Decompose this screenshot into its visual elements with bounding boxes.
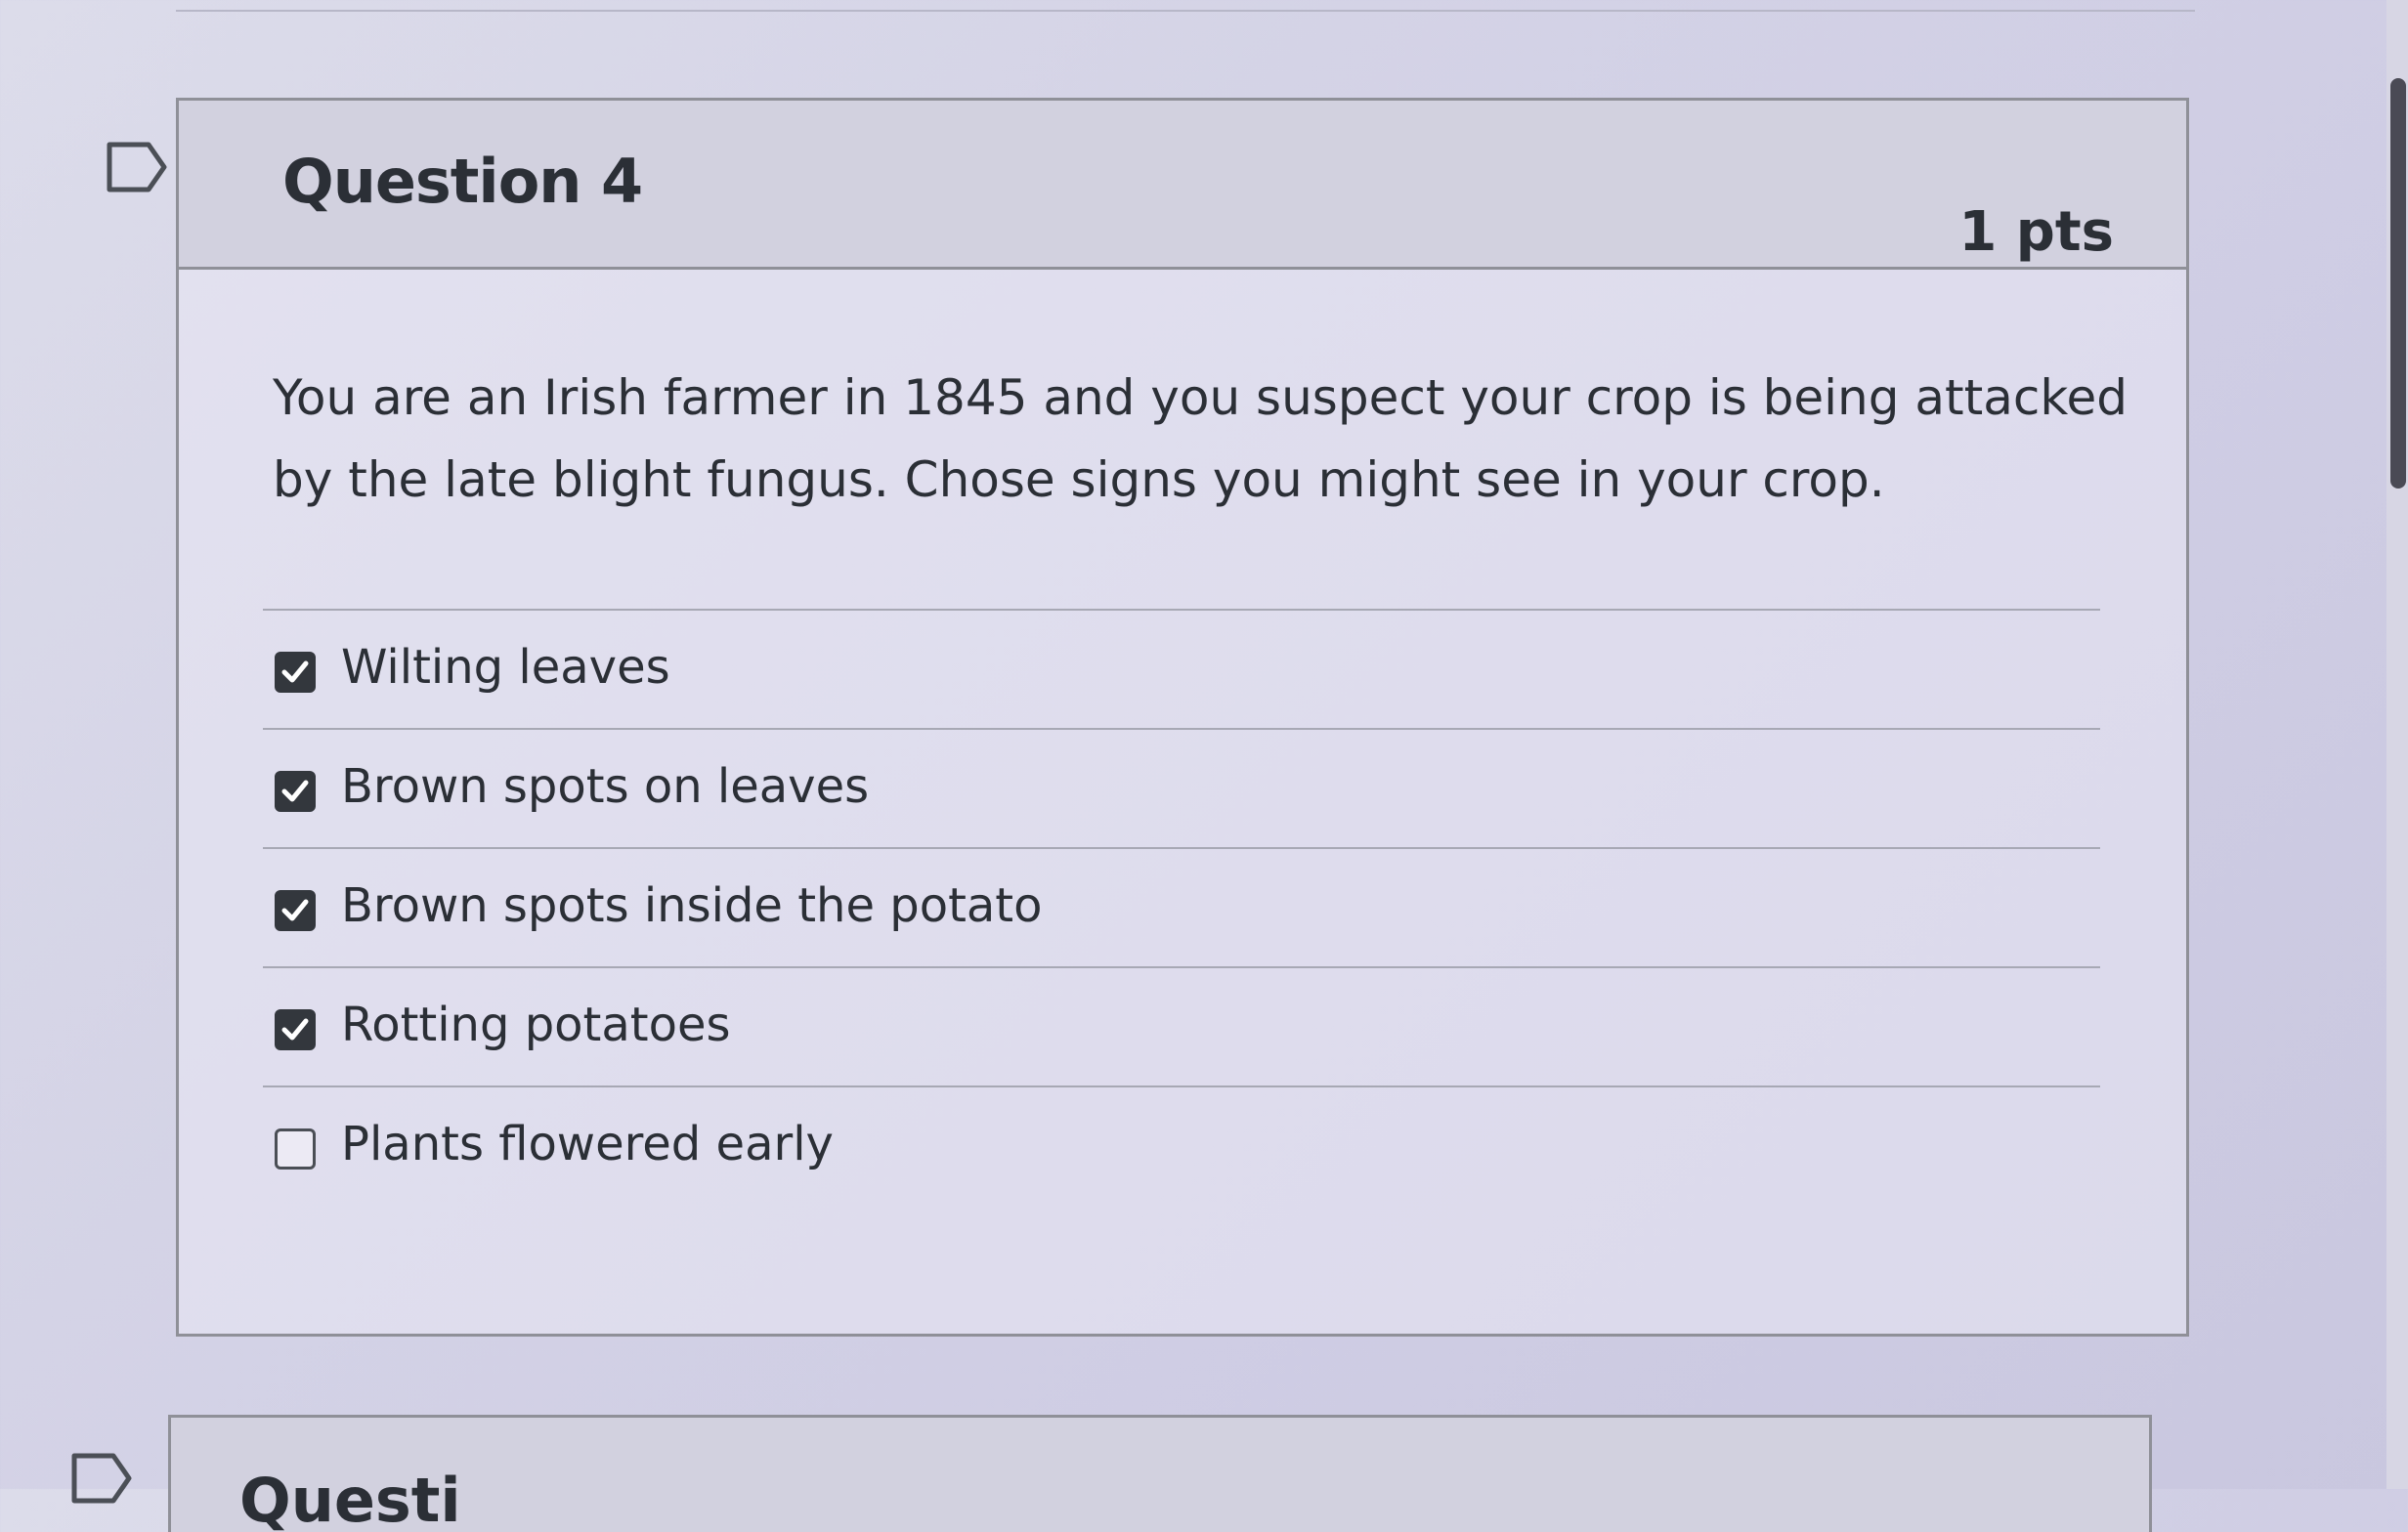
checkbox-checked[interactable] <box>275 890 316 931</box>
checkbox-checked[interactable] <box>275 771 316 812</box>
answer-option[interactable]: Wilting leaves <box>263 609 2100 728</box>
answer-label[interactable]: Brown spots on leaves <box>341 759 869 814</box>
checkmark-icon <box>281 780 309 802</box>
checkmark-icon <box>281 899 309 921</box>
question-title: Question 4 <box>282 146 643 217</box>
answer-option[interactable]: Rotting potatoes <box>263 966 2100 1085</box>
checkbox-checked[interactable] <box>275 652 316 693</box>
answer-label[interactable]: Rotting potatoes <box>341 998 730 1052</box>
previous-question-bottom-edge <box>176 0 2195 12</box>
next-question-title: Questi <box>239 1465 461 1532</box>
answer-label[interactable]: Brown spots inside the potato <box>341 878 1043 933</box>
answer-label[interactable]: Wilting leaves <box>341 640 670 695</box>
checkmark-icon <box>281 1018 309 1041</box>
answer-option[interactable]: Brown spots inside the potato <box>263 847 2100 966</box>
answer-option[interactable]: Plants flowered early <box>263 1085 2100 1205</box>
next-question-card: Questi <box>168 1415 2152 1532</box>
question-card: Question 4 1 pts You are an Irish farmer… <box>176 98 2189 1337</box>
answer-option[interactable]: Brown spots on leaves <box>263 728 2100 847</box>
checkbox-unchecked[interactable] <box>275 1128 316 1170</box>
answer-label[interactable]: Plants flowered early <box>341 1117 834 1171</box>
checkbox-checked[interactable] <box>275 1009 316 1050</box>
flag-next-question-icon[interactable] <box>70 1452 133 1505</box>
flag-question-icon[interactable] <box>106 141 168 193</box>
page-scrollbar[interactable] <box>2386 0 2408 1489</box>
answer-list: Wilting leaves Brown spots on leaves Bro… <box>263 609 2100 1205</box>
question-text: You are an Irish farmer in 1845 and you … <box>273 369 2128 508</box>
checkmark-icon <box>281 660 309 683</box>
question-points: 1 pts <box>1958 200 2114 264</box>
scrollbar-thumb[interactable] <box>2390 78 2406 489</box>
question-header: Question 4 1 pts <box>179 101 2186 270</box>
